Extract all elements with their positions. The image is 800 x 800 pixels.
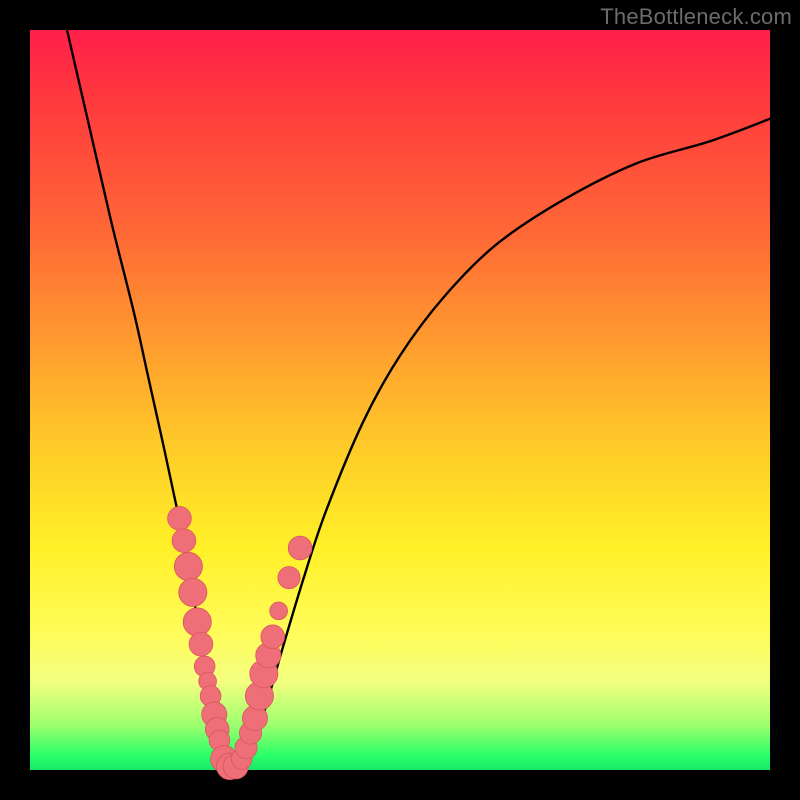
bottleneck-curve — [67, 30, 770, 769]
curve-marker — [183, 608, 211, 636]
plot-area — [30, 30, 770, 770]
curve-marker — [288, 536, 312, 560]
curve-marker — [270, 602, 288, 620]
curve-markers — [168, 507, 312, 780]
watermark-text: TheBottleneck.com — [600, 4, 792, 30]
curve-layer — [30, 30, 770, 770]
curve-marker — [189, 632, 213, 656]
curve-marker — [261, 625, 285, 649]
chart-frame: TheBottleneck.com — [0, 0, 800, 800]
curve-marker — [179, 578, 207, 606]
curve-marker — [172, 529, 196, 553]
curve-marker — [168, 507, 192, 531]
curve-marker — [278, 567, 300, 589]
curve-marker — [174, 552, 202, 580]
